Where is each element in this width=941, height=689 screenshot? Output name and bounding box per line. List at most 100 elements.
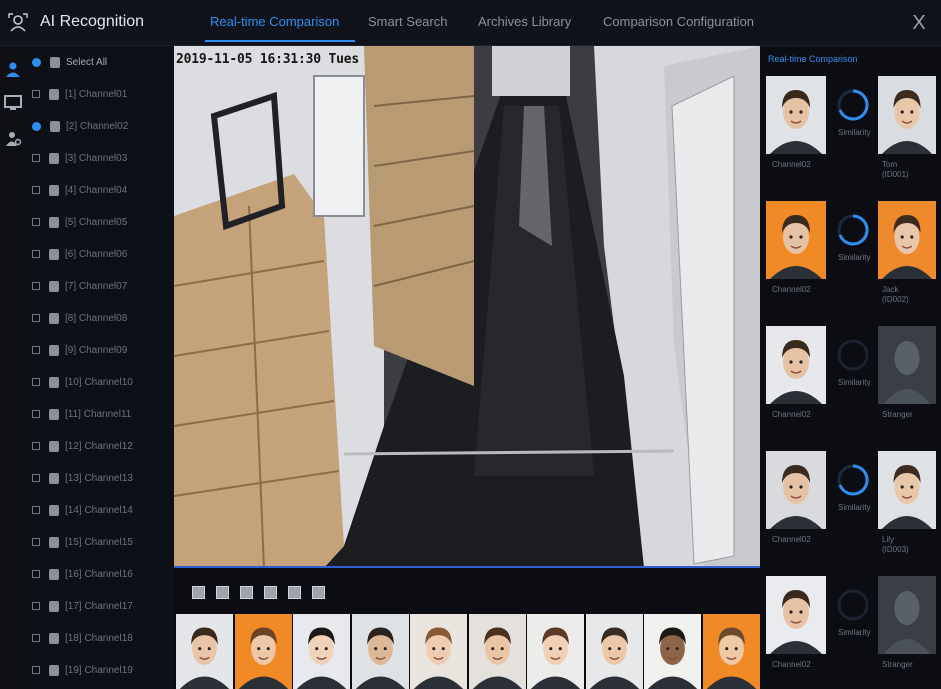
- channel-item[interactable]: [18] Channel18: [26, 622, 174, 654]
- channel-item[interactable]: [4] Channel04: [26, 174, 174, 206]
- header-bar: AI Recognition Real-time Comparison Smar…: [0, 0, 941, 46]
- channel-checkbox[interactable]: [32, 570, 40, 578]
- channel-label: [6] Channel06: [65, 248, 128, 260]
- close-button[interactable]: X: [908, 12, 930, 34]
- corridor-camera-image: [174, 46, 760, 566]
- layout-16-icon[interactable]: [264, 586, 277, 599]
- similarity-ring-icon: [836, 463, 870, 497]
- channel-item[interactable]: [12] Channel12: [26, 430, 174, 462]
- camera-icon: [49, 472, 59, 484]
- channel-item[interactable]: [2] Channel02: [26, 110, 174, 142]
- monitor-icon[interactable]: [4, 94, 22, 112]
- tab-smart-search[interactable]: Smart Search: [368, 14, 447, 29]
- channel-checkbox[interactable]: [32, 666, 40, 674]
- channel-checkbox[interactable]: [32, 121, 41, 131]
- person-settings-icon[interactable]: [4, 130, 22, 148]
- person-name: Lily: [882, 535, 895, 544]
- camera-icon: [49, 376, 59, 388]
- unknown-person-image: [878, 576, 936, 654]
- channel-item[interactable]: [10] Channel10: [26, 366, 174, 398]
- snapshot-thumbnail[interactable]: [468, 614, 526, 689]
- camera-icon: [49, 664, 59, 676]
- similarity-ring-icon: [836, 338, 870, 372]
- channel-checkbox[interactable]: [32, 474, 40, 482]
- comparison-results-panel: Real-time Comparison Similarity Channel02…: [760, 46, 941, 689]
- match-card[interactable]: Similarity Channel02 Tom (ID001): [766, 76, 938, 194]
- tab-comparison-configuration[interactable]: Comparison Configuration: [603, 14, 754, 29]
- snapshot-thumbnail[interactable]: [410, 614, 467, 689]
- channel-checkbox[interactable]: [32, 250, 40, 258]
- channel-checkbox[interactable]: [32, 378, 40, 386]
- channel-checkbox[interactable]: [32, 538, 40, 546]
- channel-item[interactable]: [5] Channel05: [26, 206, 174, 238]
- tab-realtime-comparison[interactable]: Real-time Comparison: [210, 14, 339, 29]
- captured-face-image: [766, 76, 826, 154]
- layout-9-icon[interactable]: [240, 586, 253, 599]
- layout-1-icon[interactable]: [192, 586, 205, 599]
- match-card[interactable]: Similarity Channel02 Lily (ID003): [766, 451, 938, 569]
- person-note: (ID003): [882, 545, 909, 554]
- channel-item[interactable]: [8] Channel08: [26, 302, 174, 334]
- snapshot-thumbnail[interactable]: [585, 614, 643, 689]
- channel-checkbox[interactable]: [32, 186, 40, 194]
- channel-item[interactable]: [9] Channel09: [26, 334, 174, 366]
- camera-icon: [49, 536, 59, 548]
- similarity-ring-icon: [836, 213, 870, 247]
- channel-list: Select All [1] Channel01 [2] Channel02 [3] …: [26, 46, 174, 689]
- snapshot-thumbnail[interactable]: [351, 614, 409, 689]
- camera-icon: [49, 504, 59, 516]
- channel-select-all[interactable]: Select All: [26, 46, 174, 78]
- capture-channel-label: Channel02: [772, 535, 811, 544]
- channel-item[interactable]: [15] Channel15: [26, 526, 174, 558]
- channel-item[interactable]: [19] Channel19: [26, 654, 174, 686]
- person-name: Tom: [882, 160, 898, 169]
- channel-checkbox[interactable]: [32, 90, 40, 98]
- snapshot-thumbnail[interactable]: [176, 614, 233, 689]
- channel-checkbox[interactable]: [32, 57, 41, 67]
- channel-checkbox[interactable]: [32, 602, 40, 610]
- channel-checkbox[interactable]: [32, 282, 40, 290]
- channel-item[interactable]: [1] Channel01: [26, 78, 174, 110]
- camera-icon: [49, 88, 59, 100]
- snapshot-thumbnail[interactable]: [527, 614, 584, 689]
- channel-item[interactable]: [3] Channel03: [26, 142, 174, 174]
- channel-checkbox[interactable]: [32, 154, 40, 162]
- channel-checkbox[interactable]: [32, 442, 40, 450]
- live-video-view[interactable]: 2019-11-05 16:31:30 Tues: [174, 46, 760, 568]
- user-icon[interactable]: [4, 60, 22, 78]
- person-note: (ID002): [882, 295, 909, 304]
- captured-face-image: [766, 451, 826, 529]
- channel-item[interactable]: [16] Channel16: [26, 558, 174, 590]
- channel-item[interactable]: [14] Channel14: [26, 494, 174, 526]
- channel-item[interactable]: [13] Channel13: [26, 462, 174, 494]
- snapshot-thumbnail[interactable]: [644, 614, 701, 689]
- person-name: Jack: [882, 285, 899, 294]
- snapshot-thumbnail[interactable]: [234, 614, 292, 689]
- snapshot-icon[interactable]: [288, 586, 301, 599]
- channel-label: [13] Channel13: [65, 472, 133, 484]
- channel-label: [15] Channel15: [65, 536, 133, 548]
- channel-checkbox[interactable]: [32, 634, 40, 642]
- channel-checkbox[interactable]: [32, 506, 40, 514]
- match-card[interactable]: Similarity Channel02 Stranger: [766, 576, 938, 689]
- snapshot-thumbnail[interactable]: [293, 614, 350, 689]
- channel-label: [12] Channel12: [65, 440, 133, 452]
- channel-checkbox[interactable]: [32, 218, 40, 226]
- snapshot-thumbnail[interactable]: [702, 614, 760, 689]
- camera-icon: [49, 632, 59, 644]
- channel-item[interactable]: [6] Channel06: [26, 238, 174, 270]
- tab-archives-library[interactable]: Archives Library: [478, 14, 571, 29]
- channel-item[interactable]: [17] Channel17: [26, 590, 174, 622]
- channel-checkbox[interactable]: [32, 410, 40, 418]
- channel-checkbox[interactable]: [32, 346, 40, 354]
- channel-item[interactable]: [11] Channel11: [26, 398, 174, 430]
- channel-label: [18] Channel18: [65, 632, 133, 644]
- record-icon[interactable]: [312, 586, 325, 599]
- person-name: Stranger: [882, 660, 913, 669]
- camera-icon: [49, 440, 59, 452]
- channel-checkbox[interactable]: [32, 314, 40, 322]
- match-card[interactable]: Similarity Channel02 Jack (ID002): [766, 201, 938, 319]
- channel-item[interactable]: [7] Channel07: [26, 270, 174, 302]
- layout-4-icon[interactable]: [216, 586, 229, 599]
- match-card[interactable]: Similarity Channel02 Stranger: [766, 326, 938, 444]
